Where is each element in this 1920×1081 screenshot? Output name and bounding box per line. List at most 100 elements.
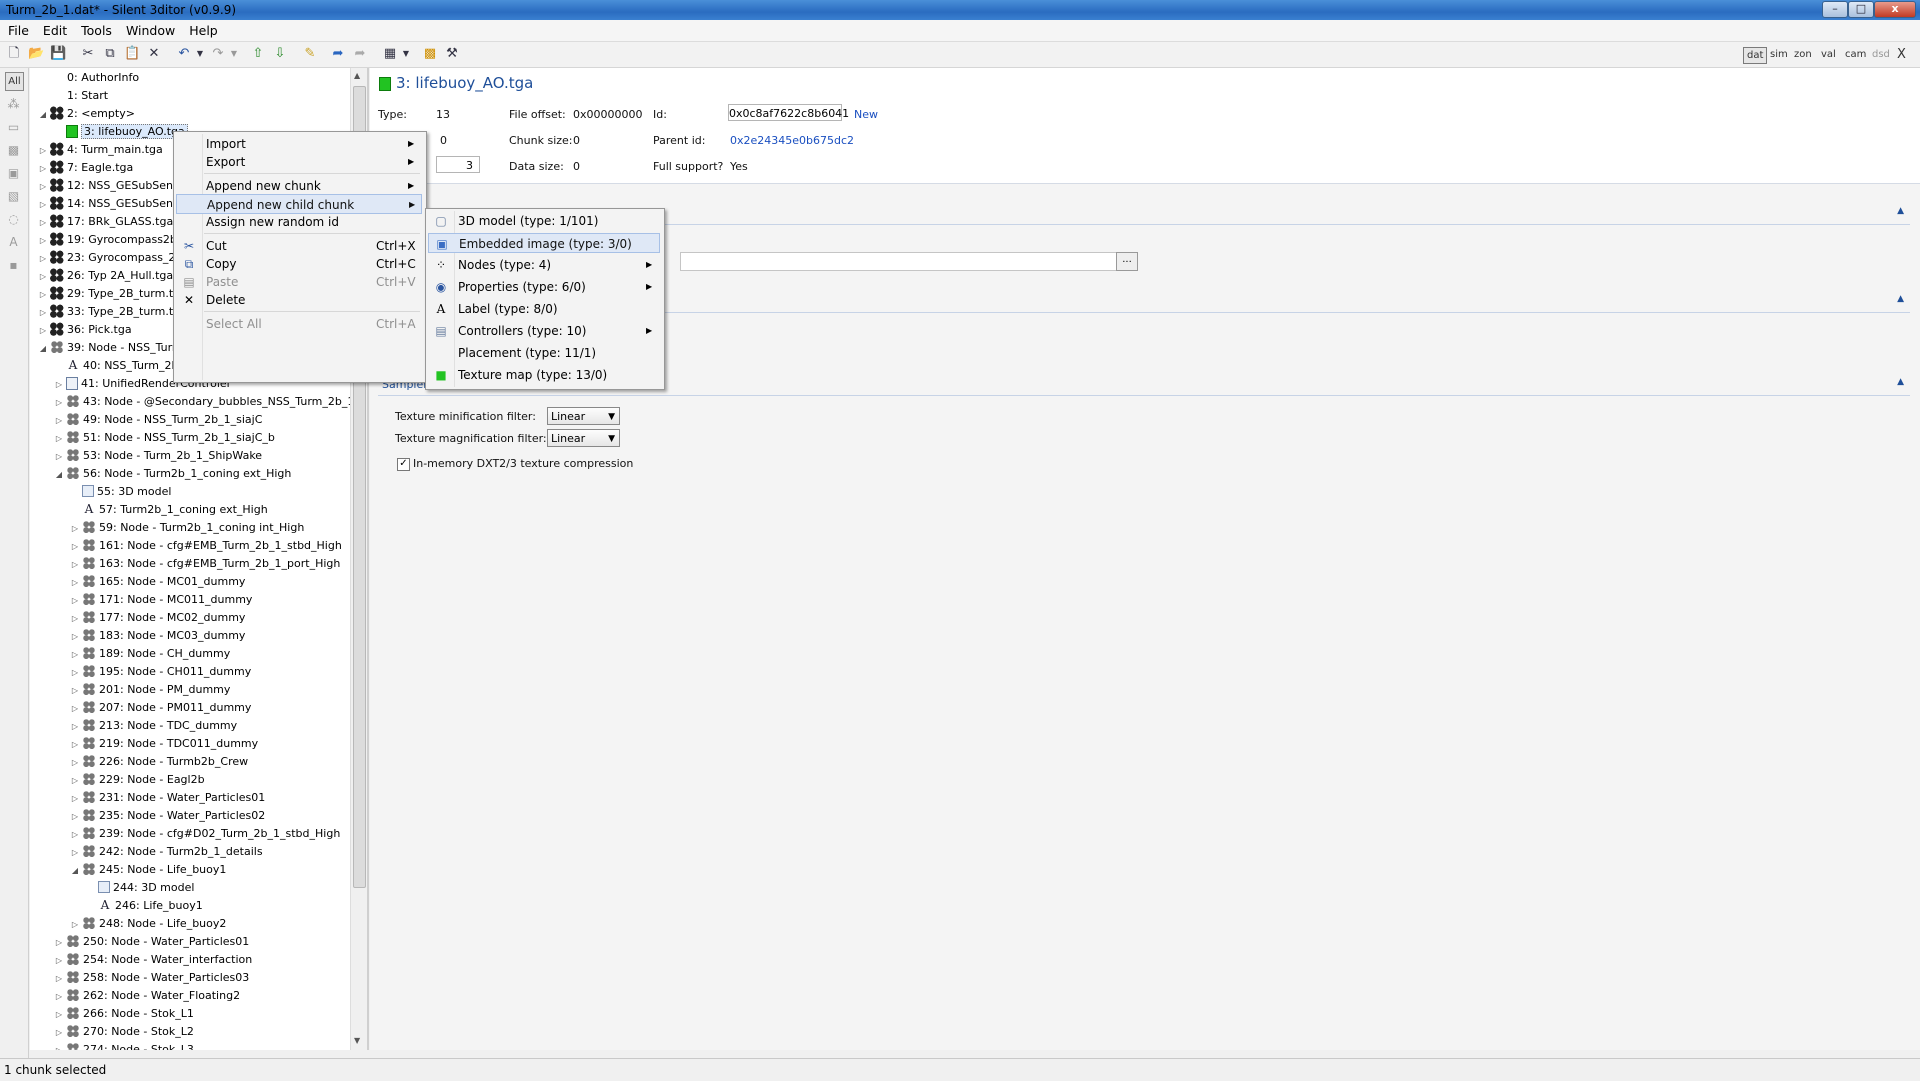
tree-item[interactable]: ▷ 235: Node - Water_Particles02 (70, 807, 265, 825)
submenu-item[interactable]: ▤ Controllers (type: 10) ▶ (428, 321, 660, 341)
tree-item[interactable]: 244: 3D model (86, 879, 194, 897)
image-path-field[interactable] (680, 252, 1117, 271)
mag-filter-select[interactable]: Linear ▼ (547, 429, 620, 447)
submenu-item[interactable]: A Label (type: 8/0) (428, 299, 660, 319)
collapsed-arrow-icon[interactable]: ▷ (54, 988, 64, 1006)
tree-item[interactable]: ▷ 183: Node - MC03_dummy (70, 627, 245, 645)
min-filter-select[interactable]: Linear ▼ (547, 407, 620, 425)
tree-item[interactable]: ▷ 51: Node - NSS_Turm_2b_1_siajC_b (54, 429, 275, 447)
collapsed-arrow-icon[interactable]: ▷ (70, 664, 80, 682)
tree-item[interactable]: ▷ 242: Node - Turm2b_1_details (70, 843, 263, 861)
filter-controller-icon[interactable]: ◌ (5, 211, 22, 228)
scroll-down-icon[interactable]: ▼ (354, 1036, 360, 1045)
id-field[interactable]: 0x0c8af7622c8b6041 (728, 104, 849, 121)
tree-item[interactable]: ▷ 43: Node - @Secondary_bubbles_NSS_Turm_… (54, 393, 350, 411)
collapsed-arrow-icon[interactable]: ▷ (54, 430, 64, 448)
tree-item[interactable]: 55: 3D model (70, 483, 171, 501)
menu-help[interactable]: Help (181, 20, 224, 38)
collapsed-arrow-icon[interactable]: ▷ (54, 1024, 64, 1042)
tree-item[interactable]: ▷ 262: Node - Water_Floating2 (54, 987, 240, 1005)
expanded-arrow-icon[interactable]: ◢ (38, 340, 48, 358)
flags-field[interactable]: 3 (436, 156, 480, 173)
submenu-item[interactable]: ▢ 3D model (type: 1/101) (428, 211, 660, 231)
collapsed-arrow-icon[interactable]: ▷ (38, 214, 48, 232)
tree-item[interactable]: ▷ 177: Node - MC02_dummy (70, 609, 245, 627)
context-menu-item[interactable]: Export ▶ (176, 152, 422, 172)
tree-item[interactable]: A 40: NSS_Turm_2b (54, 357, 179, 375)
new-file-icon[interactable]: 🗋 (6, 46, 22, 62)
collapsed-arrow-icon[interactable]: ▷ (70, 700, 80, 718)
collapsed-arrow-icon[interactable]: ▷ (70, 610, 80, 628)
collapsed-arrow-icon[interactable]: ▷ (38, 142, 48, 160)
tree-item[interactable]: ▷ 201: Node - PM_dummy (70, 681, 230, 699)
collapse-caret-icon[interactable]: ▲ (1897, 206, 1904, 216)
tree-item[interactable]: ▷ 248: Node - Life_buoy2 (70, 915, 226, 933)
collapsed-arrow-icon[interactable]: ▷ (38, 268, 48, 286)
tree-item[interactable]: ▷ 33: Type_2B_turm.tg (38, 303, 180, 321)
tree-item[interactable]: ▷ 266: Node - Stok_L1 (54, 1005, 194, 1023)
mode-sim-button[interactable]: sim (1767, 47, 1791, 62)
tree-item[interactable]: ▷ 250: Node - Water_Particles01 (54, 933, 249, 951)
browse-button[interactable]: ... (1116, 252, 1138, 271)
tree-item[interactable]: ▷ 36: Pick.tga (38, 321, 132, 339)
collapsed-arrow-icon[interactable]: ▷ (54, 970, 64, 988)
move-down-icon[interactable]: ⇩ (272, 46, 288, 62)
collapsed-arrow-icon[interactable]: ▷ (70, 538, 80, 556)
tree-item[interactable]: ▷ 26: Typ 2A_Hull.tga (38, 267, 173, 285)
tree-item[interactable]: ▷ 213: Node - TDC_dummy (70, 717, 237, 735)
collapsed-arrow-icon[interactable]: ▷ (54, 1042, 64, 1050)
mode-dsd-button[interactable]: dsd (1869, 47, 1893, 62)
redo-dropdown-icon[interactable]: ▼ (226, 46, 242, 62)
submenu-item[interactable]: Placement (type: 11/1) (428, 343, 660, 363)
minimize-button[interactable]: – (1822, 1, 1848, 18)
tree-item[interactable]: ◢ 245: Node - Life_buoy1 (70, 861, 226, 879)
undo-icon[interactable]: ↶ (176, 46, 192, 62)
collapsed-arrow-icon[interactable]: ▷ (70, 790, 80, 808)
context-menu-item[interactable]: Append new chunk ▶ (176, 176, 422, 196)
tree-item[interactable]: ▷ 258: Node - Water_Particles03 (54, 969, 249, 987)
expanded-arrow-icon[interactable]: ◢ (70, 862, 80, 880)
mode-val-button[interactable]: val (1818, 47, 1839, 62)
export-icon[interactable]: ▩ (422, 46, 438, 62)
tree-item[interactable]: A 57: Turm2b_1_coning ext_High (70, 501, 268, 519)
collapse-caret-icon[interactable]: ▲ (1897, 377, 1904, 387)
expanded-arrow-icon[interactable]: ◢ (54, 466, 64, 484)
tree-item[interactable]: 3: lifebuoy_AO.tga (54, 123, 188, 141)
collapsed-arrow-icon[interactable]: ▷ (54, 394, 64, 412)
back-icon[interactable]: ➦ (330, 46, 346, 62)
collapsed-arrow-icon[interactable]: ▷ (54, 934, 64, 952)
tree-item[interactable]: ▷ 219: Node - TDC011_dummy (70, 735, 258, 753)
collapsed-arrow-icon[interactable]: ▷ (54, 376, 64, 394)
dxt-compression-checkbox[interactable]: ✓ (397, 458, 410, 471)
tool-icon[interactable]: ✎ (302, 46, 318, 62)
mode-dat-button[interactable]: dat (1743, 47, 1768, 64)
context-menu-item[interactable]: ✕ Delete (176, 290, 422, 310)
collapsed-arrow-icon[interactable]: ▷ (38, 286, 48, 304)
submenu-item[interactable]: ■ Texture map (type: 13/0) (428, 365, 660, 385)
collapsed-arrow-icon[interactable]: ▷ (38, 322, 48, 340)
move-up-icon[interactable]: ⇧ (250, 46, 266, 62)
collapsed-arrow-icon[interactable]: ▷ (70, 916, 80, 934)
cut-icon[interactable]: ✂ (80, 46, 96, 62)
tree-item[interactable]: ▷ 14: NSS_GESubSenz (38, 195, 179, 213)
tree-item[interactable]: ▷ 59: Node - Turm2b_1_coning int_High (70, 519, 304, 537)
collapsed-arrow-icon[interactable]: ▷ (70, 736, 80, 754)
collapsed-arrow-icon[interactable]: ▷ (54, 448, 64, 466)
submenu-item[interactable]: ▣ Embedded image (type: 3/0) (428, 233, 660, 253)
filter-properties-icon[interactable]: ▧ (5, 188, 22, 205)
collapsed-arrow-icon[interactable]: ▷ (70, 646, 80, 664)
filter-group-icon[interactable]: ▩ (5, 142, 22, 159)
tree-item[interactable]: ▷ 29: Type_2B_turm.tg (38, 285, 180, 303)
filter-image-icon[interactable]: ▣ (5, 165, 22, 182)
submenu-item[interactable]: ◉ Properties (type: 6/0) ▶ (428, 277, 660, 297)
context-menu-item[interactable]: ✂ Cut Ctrl+X (176, 236, 422, 256)
tree-item[interactable]: ▷ 226: Node - Turmb2b_Crew (70, 753, 248, 771)
collapsed-arrow-icon[interactable]: ▷ (70, 826, 80, 844)
context-menu-item[interactable]: Select All Ctrl+A (176, 314, 422, 334)
tree-item[interactable]: ▷ 229: Node - Eagl2b (70, 771, 205, 789)
tree-item[interactable]: ▷ 17: BRk_GLASS.tga (38, 213, 173, 231)
collapsed-arrow-icon[interactable]: ▷ (54, 412, 64, 430)
menu-tools[interactable]: Tools (73, 20, 118, 38)
collapsed-arrow-icon[interactable]: ▷ (70, 754, 80, 772)
collapsed-arrow-icon[interactable]: ▷ (38, 304, 48, 322)
